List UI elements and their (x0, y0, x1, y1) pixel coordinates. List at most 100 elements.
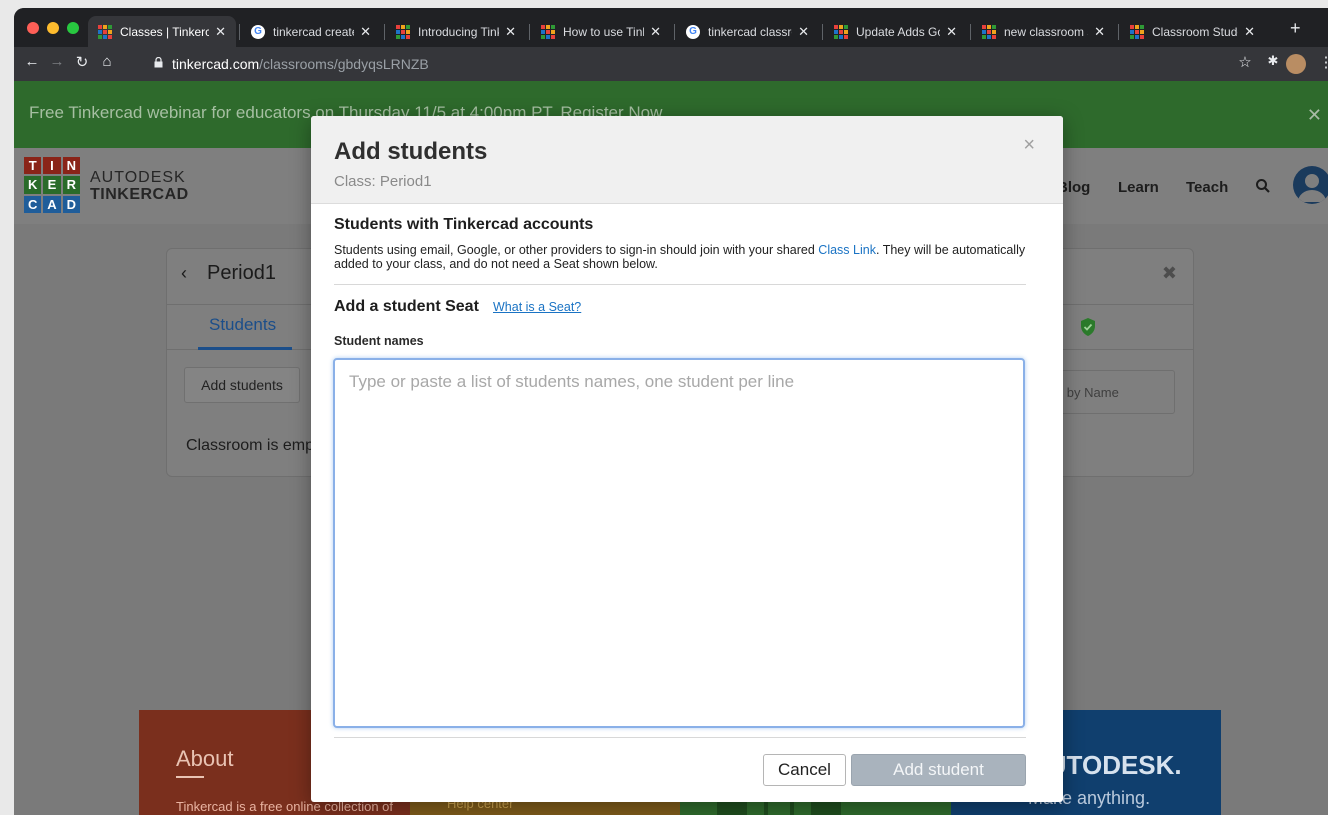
accounts-section-title: Students with Tinkercad accounts (334, 216, 594, 233)
url-text: tinkercad.com/classrooms/gbdyqsLRNZB (172, 56, 429, 72)
nav-link-teach[interactable]: Teach (1186, 179, 1228, 196)
tab-close-icon[interactable]: ✕ (650, 24, 661, 40)
reload-icon[interactable]: ↻ (72, 53, 92, 71)
user-avatar-icon[interactable] (1293, 166, 1328, 204)
card-close-icon[interactable]: ✖ (1162, 263, 1177, 284)
url-path: /classrooms/gbdyqsLRNZB (259, 56, 429, 72)
logo-letter: A (43, 195, 61, 213)
dialog-subtitle: Class: Period1 (334, 173, 432, 190)
shield-check-icon (1081, 318, 1095, 336)
tab-separator (529, 24, 530, 40)
dialog-close-icon[interactable]: × (1023, 134, 1035, 157)
logo-letter: C (24, 195, 42, 213)
tinkercad-icon (834, 24, 848, 39)
student-names-label: Student names (334, 334, 424, 348)
tab-label: Update Adds Go (856, 24, 941, 39)
tab-separator (1118, 24, 1119, 40)
student-names-input[interactable] (333, 358, 1025, 728)
tab-close-icon[interactable]: ✕ (1244, 24, 1255, 40)
what-is-a-seat-link[interactable]: What is a Seat? (493, 300, 581, 314)
dialog-header: Add students Class: Period1 × (311, 116, 1063, 204)
tab-close-icon[interactable]: ✕ (1094, 24, 1105, 40)
tab-separator (822, 24, 823, 40)
logo-letter: T (24, 157, 42, 175)
tab-separator (239, 24, 240, 40)
brand-tinkercad: TINKERCAD (90, 186, 189, 203)
accounts-section-text: Students using email, Google, or other p… (334, 243, 1034, 271)
browser-window: Classes | Tinkerc ✕ Gtinkercad create ✕ Intr… (14, 8, 1328, 815)
add-student-button[interactable]: Add student (851, 754, 1026, 786)
tinkercad-icon (541, 24, 555, 39)
logo-letter: K (24, 176, 42, 194)
new-tab-button[interactable]: + (1290, 18, 1301, 39)
extensions-icon[interactable]: ✱ (1263, 53, 1283, 69)
tab-separator (674, 24, 675, 40)
tab-label: Introducing Tink (418, 24, 500, 39)
logo-letter: D (62, 195, 80, 213)
tinkercad-logo[interactable]: TIN KER CAD (24, 157, 80, 213)
tab-label: tinkercad classro (708, 24, 793, 39)
browser-tab[interactable]: Classroom Stude ✕ (1120, 16, 1265, 47)
google-icon: G (686, 24, 700, 39)
tinkercad-icon (396, 24, 410, 39)
maximize-window-button[interactable] (67, 22, 79, 34)
tab-close-icon[interactable]: ✕ (505, 24, 516, 40)
footer-divider (334, 737, 1026, 738)
tab-label: new classroom s (1004, 24, 1089, 39)
tab-label: Classroom Stude (1152, 24, 1239, 39)
tinkercad-icon (1130, 24, 1144, 39)
google-icon: G (251, 24, 265, 39)
tab-students[interactable]: Students (209, 315, 276, 335)
class-link[interactable]: Class Link (818, 243, 876, 257)
page-content: Free Tinkercad webinar for educators on … (14, 81, 1328, 815)
logo-letter: I (43, 157, 61, 175)
url-host: tinkercad.com (172, 56, 260, 72)
tab-close-icon[interactable]: ✕ (946, 24, 957, 40)
banner-close-icon[interactable]: ✕ (1307, 105, 1322, 126)
cancel-button[interactable]: Cancel (763, 754, 846, 786)
accounts-text-part1: Students using email, Google, or other p… (334, 243, 819, 257)
dialog-title: Add students (334, 138, 488, 165)
browser-menu-icon[interactable]: ⋮ (1316, 53, 1328, 71)
minimize-window-button[interactable] (47, 22, 59, 34)
add-students-dialog: Add students Class: Period1 × Students w… (311, 116, 1063, 802)
section-divider (334, 284, 1026, 285)
tab-separator (384, 24, 385, 40)
logo-letter: R (62, 176, 80, 194)
logo-letter: E (43, 176, 61, 194)
nav-link-learn[interactable]: Learn (1118, 179, 1159, 196)
browser-tab[interactable]: Gtinkercad create ✕ (241, 16, 381, 47)
tab-label: tinkercad create (273, 24, 355, 39)
browser-tab[interactable]: new classroom s ✕ (972, 16, 1115, 47)
active-tab-indicator (198, 347, 292, 350)
tab-label: How to use Tink (563, 24, 645, 39)
tab-close-icon[interactable]: ✕ (798, 24, 809, 40)
browser-tab[interactable]: How to use Tink ✕ (531, 16, 671, 47)
address-bar[interactable]: tinkercad.com/classrooms/gbdyqsLRNZB (150, 51, 1230, 77)
back-chevron-icon[interactable]: ‹ (181, 263, 187, 284)
tab-separator (970, 24, 971, 40)
empty-classroom-message: Classroom is empty (186, 437, 327, 454)
forward-arrow-icon[interactable]: → (47, 53, 67, 70)
profile-avatar-icon[interactable] (1286, 54, 1306, 74)
bookmark-star-icon[interactable]: ☆ (1235, 53, 1255, 71)
browser-tab[interactable]: Gtinkercad classro ✕ (676, 16, 819, 47)
tab-close-icon[interactable]: ✕ (360, 24, 371, 40)
tab-strip: Classes | Tinkerc ✕ Gtinkercad create ✕ Intr… (14, 8, 1328, 47)
browser-tab[interactable]: Introducing Tink ✕ (386, 16, 526, 47)
tab-close-icon[interactable]: ✕ (215, 24, 226, 40)
footer-about-underline (176, 776, 204, 778)
logo-letter: N (62, 157, 80, 175)
seat-section-title: Add a student Seat (334, 298, 479, 315)
tinkercad-icon (982, 24, 996, 39)
browser-tab[interactable]: Classes | Tinkerc ✕ (88, 16, 236, 47)
browser-tab[interactable]: Update Adds Go ✕ (824, 16, 967, 47)
lock-icon (154, 57, 163, 68)
home-icon[interactable]: ⌂ (97, 53, 117, 70)
close-window-button[interactable] (27, 22, 39, 34)
search-icon[interactable] (1255, 178, 1271, 194)
tinkercad-icon (98, 24, 112, 39)
back-arrow-icon[interactable]: ← (22, 53, 42, 70)
add-students-button[interactable]: Add students (184, 367, 300, 403)
footer-about-title: About (176, 746, 234, 771)
